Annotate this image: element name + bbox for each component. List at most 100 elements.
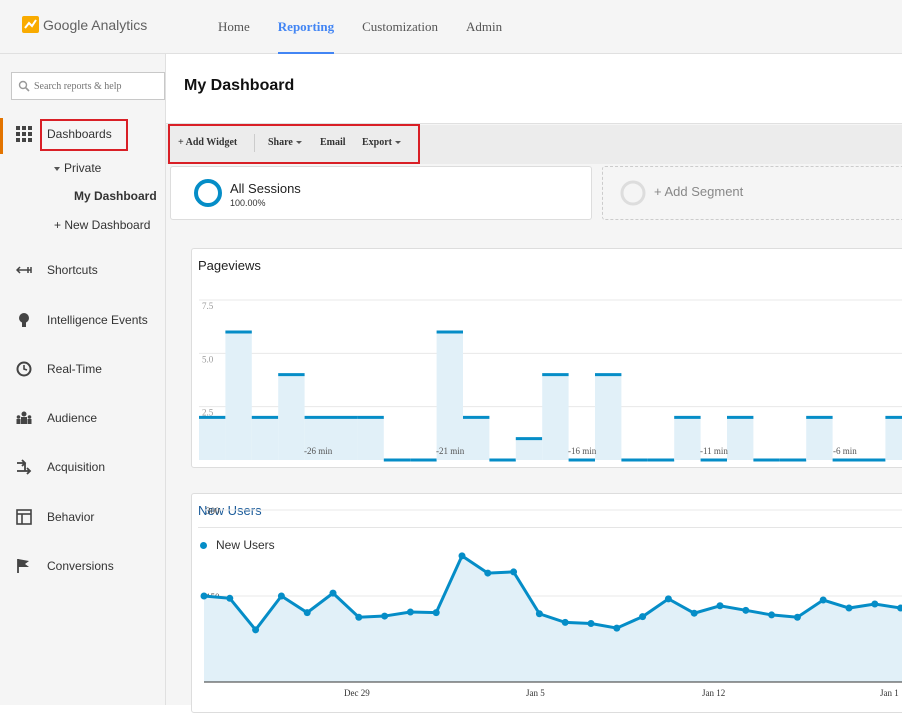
nav-admin[interactable]: Admin [466,0,502,54]
data-point [845,604,853,612]
sidebar-item-conversions[interactable]: Conversions [0,551,165,581]
data-point [587,620,595,628]
bar [357,417,384,460]
data-point [819,596,827,604]
dashboard-grid-icon [16,126,32,142]
data-point [742,606,750,614]
google-analytics-logo[interactable]: Google Analytics [22,16,147,33]
y-tick-label: 5.0 [202,354,214,364]
acquisition-arrows-icon [17,459,32,475]
nav-customization[interactable]: Customization [362,0,438,54]
x-tick-label: -26 min [304,446,333,456]
data-point [793,613,801,621]
bar [331,417,358,460]
sidebar-item-my-dashboard[interactable]: My Dashboard [74,189,157,203]
clock-icon [16,361,32,377]
data-point [303,609,311,617]
sidebar-item-intelligence-events[interactable]: Intelligence Events [0,305,165,335]
search-input[interactable] [34,80,154,92]
active-indicator [0,118,3,154]
layout-icon [16,509,32,525]
new-dashboard-link[interactable]: + New Dashboard [54,218,150,232]
x-tick-label: -6 min [833,446,857,456]
page-title: My Dashboard [184,77,295,94]
data-point [871,600,879,608]
caret-down-icon [395,141,401,145]
data-point [484,569,492,577]
data-point [277,592,285,600]
data-point [768,611,776,619]
conversions-label: Conversions [47,559,114,573]
add-segment-button[interactable]: + Add Segment [602,166,902,220]
new-users-widget: New Users New Users 300150Dec 29Jan 5Jan… [191,493,902,713]
new-users-chart: 300150Dec 29Jan 5Jan 12Jan 1 [200,506,902,698]
bar [463,417,490,460]
segment-all-sessions[interactable]: All Sessions 100.00% [170,166,592,220]
sidebar-item-dashboards[interactable]: Dashboards [47,127,112,141]
bar [436,332,463,460]
add-widget-button[interactable]: + Add Widget [178,137,237,148]
data-point [432,609,440,617]
shortcut-arrows-icon [16,266,32,274]
nav-reporting[interactable]: Reporting [277,0,335,54]
data-point [406,608,414,616]
y-tick-label: 300 [206,506,220,516]
search-box[interactable] [11,72,165,100]
share-button[interactable]: Share [268,137,302,148]
data-point [355,613,363,621]
x-tick-label: -16 min [568,446,597,456]
data-point [329,589,337,597]
x-tick-label: Jan 5 [526,688,545,698]
bar [542,374,569,460]
sidebar-private-toggle[interactable]: Private [54,161,101,175]
bar [225,332,252,460]
data-point [613,624,621,632]
toolbar-divider [254,134,255,152]
sidebar-item-real-time[interactable]: Real-Time [0,354,165,384]
segment-percentage: 100.00% [230,198,266,208]
app-name: Google Analytics [43,16,148,33]
real-time-label: Real-Time [47,362,102,376]
data-point [381,612,389,620]
data-point [200,592,208,600]
search-icon [18,80,30,92]
pageviews-chart: 7.55.02.5-26 min -21 min -16 min -11 min -6 … [199,299,902,462]
segment-name: All Sessions [230,181,301,196]
nav-home[interactable]: Home [218,0,250,54]
segment-ring-icon [194,179,222,207]
analytics-logo-icon [22,16,39,33]
add-segment-label: + Add Segment [654,184,744,199]
export-label: Export [362,137,392,148]
export-button[interactable]: Export [362,137,401,148]
data-point [226,594,234,602]
x-tick-label: Dec 29 [344,688,370,698]
acquisition-label: Acquisition [47,460,106,474]
sidebar-item-shortcuts[interactable]: Shortcuts [0,255,165,285]
top-bar: Google Analytics Home Reporting Customiz… [0,0,902,54]
sidebar: Dashboards Private My Dashboard + New Da… [0,54,166,705]
people-icon [16,411,32,424]
email-button[interactable]: Email [320,137,346,148]
bar [674,417,701,460]
bar [251,417,279,460]
data-point [510,568,518,576]
data-point [458,552,466,560]
x-tick-label: Jan 1 [880,688,899,698]
data-point [252,626,260,634]
bar [199,417,226,460]
behavior-label: Behavior [47,510,95,524]
x-tick-label: -21 min [436,446,465,456]
sidebar-item-audience[interactable]: Audience [0,403,165,433]
bar [595,374,622,460]
shortcuts-label: Shortcuts [47,263,98,277]
caret-down-icon [295,141,302,145]
private-label: Private [64,161,102,175]
sidebar-item-behavior[interactable]: Behavior [0,502,165,532]
intelligence-events-label: Intelligence Events [47,313,148,327]
sidebar-item-acquisition[interactable]: Acquisition [0,452,165,482]
data-point [535,610,543,618]
y-tick-label: 7.5 [202,301,214,311]
bar [727,417,754,460]
bar [885,417,902,460]
pageviews-widget: Pageviews 7.5 5.0 2.5 -26 min -21 min -16 min… [191,248,902,468]
